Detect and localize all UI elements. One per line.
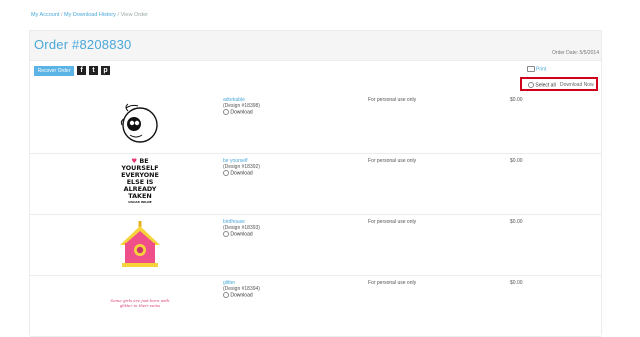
table-row: Some girls are just born with glitter in…: [30, 276, 601, 337]
design-thumbnail-glitter: Some girls are just born with glitter in…: [80, 298, 200, 318]
quote-attribution: OSCAR WILDE: [128, 200, 152, 204]
download-checkbox[interactable]: Download: [223, 231, 253, 237]
download-label: Download: [230, 292, 253, 299]
download-label: Download: [230, 170, 253, 177]
print-link[interactable]: Print: [527, 66, 546, 72]
checkbox-icon: [528, 82, 534, 88]
license-text: For personal use only: [368, 280, 417, 286]
download-checkbox[interactable]: Download: [223, 170, 253, 176]
select-all-label: Select all: [535, 82, 556, 89]
breadcrumb-my-account-link[interactable]: My Account: [31, 12, 59, 18]
printer-icon: [527, 66, 535, 72]
breadcrumb-current: View Order: [120, 12, 149, 18]
recover-order-button[interactable]: Recover Order: [34, 66, 74, 76]
print-label: Print: [536, 66, 547, 73]
page-title: Order #8208830: [34, 37, 132, 52]
table-row: adorkable (Design #18398) Download For p…: [30, 93, 601, 154]
license-text: For personal use only: [368, 158, 417, 164]
pinterest-share-icon[interactable]: p: [101, 66, 110, 75]
glitter-text: Some girls are just born with glitter in…: [110, 298, 170, 308]
order-date: Order Date: 5/5/2014: [552, 50, 599, 56]
facebook-share-icon[interactable]: f: [77, 66, 86, 75]
price: $0.00: [510, 158, 523, 164]
breadcrumb-download-history-link[interactable]: My Download History: [64, 12, 116, 18]
checkbox-icon: [223, 170, 229, 176]
download-label: Download: [230, 231, 253, 238]
checkbox-icon: [223, 231, 229, 237]
price: $0.00: [510, 219, 523, 225]
breadcrumb: My Account / My Download History / View …: [31, 12, 148, 18]
download-now-button[interactable]: Download Now: [560, 82, 594, 88]
checkbox-icon: [223, 109, 229, 115]
download-label: Download: [230, 109, 253, 116]
design-thumbnail-birdhouse: [120, 221, 160, 267]
select-all-checkbox[interactable]: Select all: [528, 82, 556, 88]
download-checkbox[interactable]: Download: [223, 109, 253, 115]
order-panel: Order #8208830 Order Date: 5/5/2014 Reco…: [29, 30, 602, 337]
order-header: Order #8208830 Order Date: 5/5/2014: [30, 31, 601, 61]
checkbox-icon: [223, 292, 229, 298]
license-text: For personal use only: [368, 219, 417, 225]
table-row: birdhouse (Design #18393) Download For p…: [30, 215, 601, 276]
table-row: ♥ BE YOURSELF EVERYONE ELSE IS ALREADY T…: [30, 154, 601, 215]
download-actions-box: Select all Download Now: [520, 77, 598, 91]
design-thumbnail-be-yourself: ♥ BE YOURSELF EVERYONE ELSE IS ALREADY T…: [80, 158, 200, 206]
quote-line: TAKEN: [128, 192, 152, 200]
design-thumbnail-adorkable: [120, 103, 158, 143]
price: $0.00: [510, 97, 523, 103]
license-text: For personal use only: [368, 97, 417, 103]
twitter-share-icon[interactable]: t: [89, 66, 98, 75]
price: $0.00: [510, 280, 523, 286]
download-checkbox[interactable]: Download: [223, 292, 253, 298]
